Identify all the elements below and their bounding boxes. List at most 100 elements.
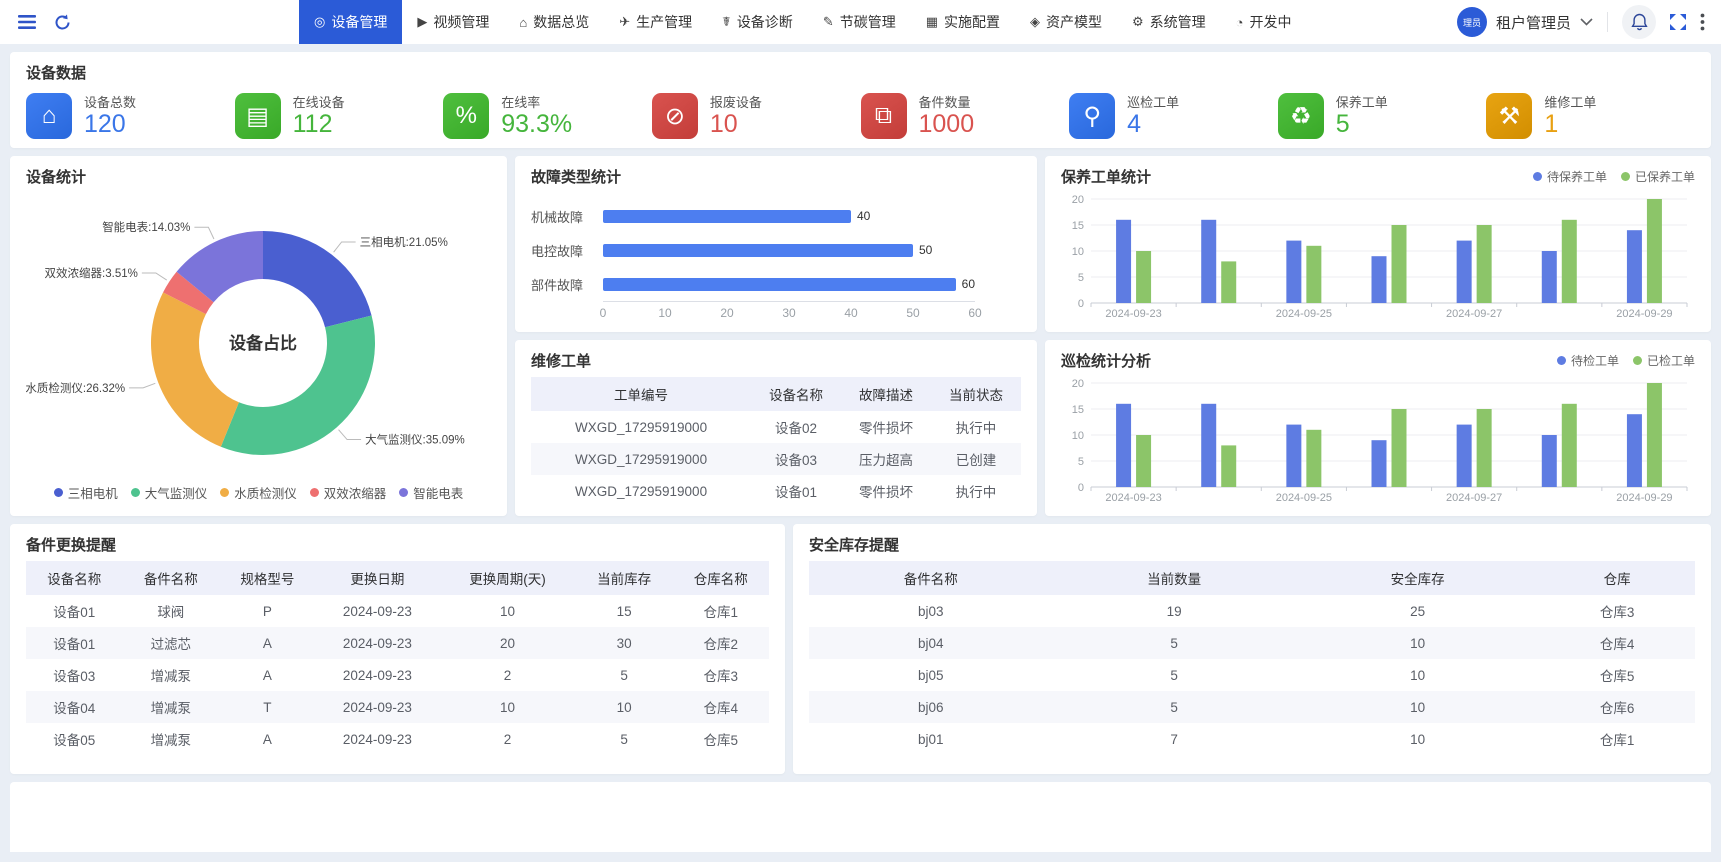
table-row: WXGD_17295919000设备02零件损坏执行中 bbox=[531, 411, 1021, 443]
divider bbox=[1607, 12, 1608, 32]
nav-item[interactable]: ☤设备诊断 bbox=[707, 0, 808, 44]
chevron-down-icon bbox=[1580, 13, 1593, 31]
building-icon: ⌂ bbox=[26, 93, 72, 139]
svg-text:20: 20 bbox=[1072, 194, 1084, 206]
table-row: bj05510仓库5 bbox=[809, 659, 1695, 691]
nav-item[interactable]: ◈资产模型 bbox=[1015, 0, 1117, 44]
stat-card: ▤ 在线设备112 bbox=[235, 93, 444, 139]
column-header: 工单编号 bbox=[531, 377, 751, 411]
legend-item[interactable]: 水质检测仪 bbox=[220, 483, 297, 502]
safety-stock-table: 备件名称当前数量安全库存仓库bj031925仓库3bj04510仓库4bj055… bbox=[809, 561, 1695, 755]
stat-value: 5 bbox=[1336, 111, 1388, 137]
oil-can-icon: ♻ bbox=[1278, 93, 1324, 139]
donut-legend: 三相电机大气监测仪水质检测仪双效浓缩器智能电表 bbox=[26, 483, 491, 502]
legend-item[interactable]: 已检工单 bbox=[1633, 352, 1695, 369]
svg-text:大气监测仪:35.09%: 大气监测仪:35.09% bbox=[365, 433, 465, 447]
column-header: 设备名称 bbox=[26, 561, 123, 595]
hbar-row: 电控故障50 bbox=[531, 233, 1021, 267]
server-check-icon: ▤ bbox=[235, 93, 281, 139]
svg-text:10: 10 bbox=[1072, 430, 1084, 442]
spare-replacement-title: 备件更换提醒 bbox=[26, 534, 116, 555]
spare-replacement-table: 设备名称备件名称规格型号更换日期更换周期(天)当前库存仓库名称设备01球阀P20… bbox=[26, 561, 769, 755]
hbar-row: 机械故障40 bbox=[531, 199, 1021, 233]
nav-item[interactable]: ▶视频管理 bbox=[402, 0, 504, 44]
donut-title: 设备统计 bbox=[26, 166, 86, 187]
user-name: 租户管理员 bbox=[1496, 12, 1571, 33]
inspection-chart-legend: 待检工单已检工单 bbox=[1557, 352, 1695, 369]
nav-item[interactable]: ⚙系统管理 bbox=[1117, 0, 1221, 44]
fault-type-panel: 故障类型统计 机械故障40电控故障50部件故障600102030405060 bbox=[515, 156, 1037, 332]
nav-item[interactable]: ✎节碳管理 bbox=[808, 0, 911, 44]
column-header: 备件名称 bbox=[809, 561, 1052, 595]
stat-label: 设备总数 bbox=[84, 95, 136, 111]
legend-item[interactable]: 待保养工单 bbox=[1533, 168, 1607, 185]
table-row: WXGD_17295919000设备03压力超高已创建 bbox=[531, 443, 1021, 475]
nav-item[interactable]: ✈生产管理 bbox=[604, 0, 707, 44]
kebab-menu-icon[interactable] bbox=[1700, 13, 1705, 31]
nav-item[interactable]: ▦实施配置 bbox=[911, 0, 1015, 44]
nav-item-icon: ✈ bbox=[619, 14, 630, 30]
inspection-bar-chart: 051015202024-09-232024-09-252024-09-2720… bbox=[1061, 377, 1695, 505]
column-header: 当前库存 bbox=[576, 561, 673, 595]
stat-value: 120 bbox=[84, 111, 136, 137]
column-header: 更换日期 bbox=[316, 561, 439, 595]
table-row: WXGD_17295919000设备01零件损坏执行中 bbox=[531, 475, 1021, 507]
svg-text:水质检测仪:26.32%: 水质检测仪:26.32% bbox=[26, 381, 125, 395]
table-row: bj031925仓库3 bbox=[809, 595, 1695, 627]
avatar: 理员 bbox=[1457, 7, 1487, 37]
nav-item-icon: ✎ bbox=[823, 14, 834, 30]
svg-text:2024-09-29: 2024-09-29 bbox=[1616, 492, 1672, 504]
fullscreen-icon[interactable] bbox=[1670, 14, 1686, 30]
repair-orders-table: 工单编号设备名称故障描述当前状态WXGD_17295919000设备02零件损坏… bbox=[531, 377, 1021, 507]
column-header: 备件名称 bbox=[123, 561, 220, 595]
nav-item-icon: ⚙ bbox=[1132, 14, 1144, 30]
spare-replacement-panel: 备件更换提醒 设备名称备件名称规格型号更换日期更换周期(天)当前库存仓库名称设备… bbox=[10, 524, 785, 774]
nav-item-icon: ▦ bbox=[926, 14, 938, 30]
refresh-icon[interactable] bbox=[54, 14, 71, 31]
x-axis: 0102030405060 bbox=[603, 301, 975, 321]
device-data-panel: 设备数据 ⌂设备总数120▤在线设备112%在线率93.3%⊘报废设备10⧉备件… bbox=[10, 52, 1711, 148]
svg-text:2024-09-23: 2024-09-23 bbox=[1105, 492, 1161, 504]
stat-card: ⊘报废设备10 bbox=[652, 93, 861, 139]
svg-text:10: 10 bbox=[1072, 246, 1084, 258]
svg-text:2024-09-23: 2024-09-23 bbox=[1105, 308, 1161, 320]
nav-item[interactable]: ◔开发中 bbox=[1221, 0, 1307, 44]
table-row: 设备04增减泵T2024-09-231010仓库4 bbox=[26, 691, 769, 723]
table-row: bj01710仓库1 bbox=[809, 723, 1695, 755]
legend-item[interactable]: 双效浓缩器 bbox=[310, 483, 387, 502]
repair-orders-panel: 维修工单 工单编号设备名称故障描述当前状态WXGD_17295919000设备0… bbox=[515, 340, 1037, 516]
notification-bell-icon[interactable] bbox=[1622, 5, 1656, 39]
legend-item[interactable]: 待检工单 bbox=[1557, 352, 1619, 369]
repair-tools-icon: ⚒ bbox=[1486, 93, 1532, 139]
stat-value: 112 bbox=[293, 111, 345, 137]
top-navbar: ◎设备管理▶视频管理⌂数据总览✈生产管理☤设备诊断✎节碳管理▦实施配置◈资产模型… bbox=[0, 0, 1721, 44]
column-header: 设备名称 bbox=[751, 377, 841, 411]
stat-label: 在线设备 bbox=[293, 95, 345, 111]
user-menu[interactable]: 理员 租户管理员 bbox=[1457, 7, 1593, 37]
legend-item[interactable]: 大气监测仪 bbox=[131, 483, 208, 502]
svg-text:20: 20 bbox=[1072, 378, 1084, 390]
stat-card: ⚒维修工单1 bbox=[1486, 93, 1695, 139]
column-header: 故障描述 bbox=[841, 377, 931, 411]
table-row: 设备03增减泵A2024-09-2325仓库3 bbox=[26, 659, 769, 691]
collapse-menu-icon[interactable] bbox=[18, 14, 36, 30]
nav-item[interactable]: ◎设备管理 bbox=[299, 0, 402, 44]
nav-item-icon: ◔ bbox=[1236, 15, 1244, 30]
maintenance-bar-chart: 051015202024-09-232024-09-252024-09-2720… bbox=[1061, 193, 1695, 321]
stat-label: 巡检工单 bbox=[1127, 95, 1179, 111]
stat-label: 报废设备 bbox=[710, 95, 762, 111]
svg-text:15: 15 bbox=[1072, 220, 1084, 232]
nav-menu: ◎设备管理▶视频管理⌂数据总览✈生产管理☤设备诊断✎节碳管理▦实施配置◈资产模型… bbox=[299, 0, 1307, 44]
stats-title: 设备数据 bbox=[26, 62, 1695, 83]
svg-text:5: 5 bbox=[1078, 456, 1084, 468]
stat-label: 保养工单 bbox=[1336, 95, 1388, 111]
legend-item[interactable]: 已保养工单 bbox=[1621, 168, 1695, 185]
inspection-chart-title: 巡检统计分析 bbox=[1061, 350, 1151, 371]
nav-item[interactable]: ⌂数据总览 bbox=[504, 0, 604, 44]
legend-item[interactable]: 三相电机 bbox=[54, 483, 118, 502]
table-row: 设备01过滤芯A2024-09-232030仓库2 bbox=[26, 627, 769, 659]
stat-value: 4 bbox=[1127, 111, 1179, 137]
device-ratio-donut-chart: 三相电机:21.05%大气监测仪:35.09%水质检测仪:26.32%双效浓缩器… bbox=[26, 193, 491, 481]
column-header: 仓库名称 bbox=[672, 561, 769, 595]
legend-item[interactable]: 智能电表 bbox=[399, 483, 463, 502]
